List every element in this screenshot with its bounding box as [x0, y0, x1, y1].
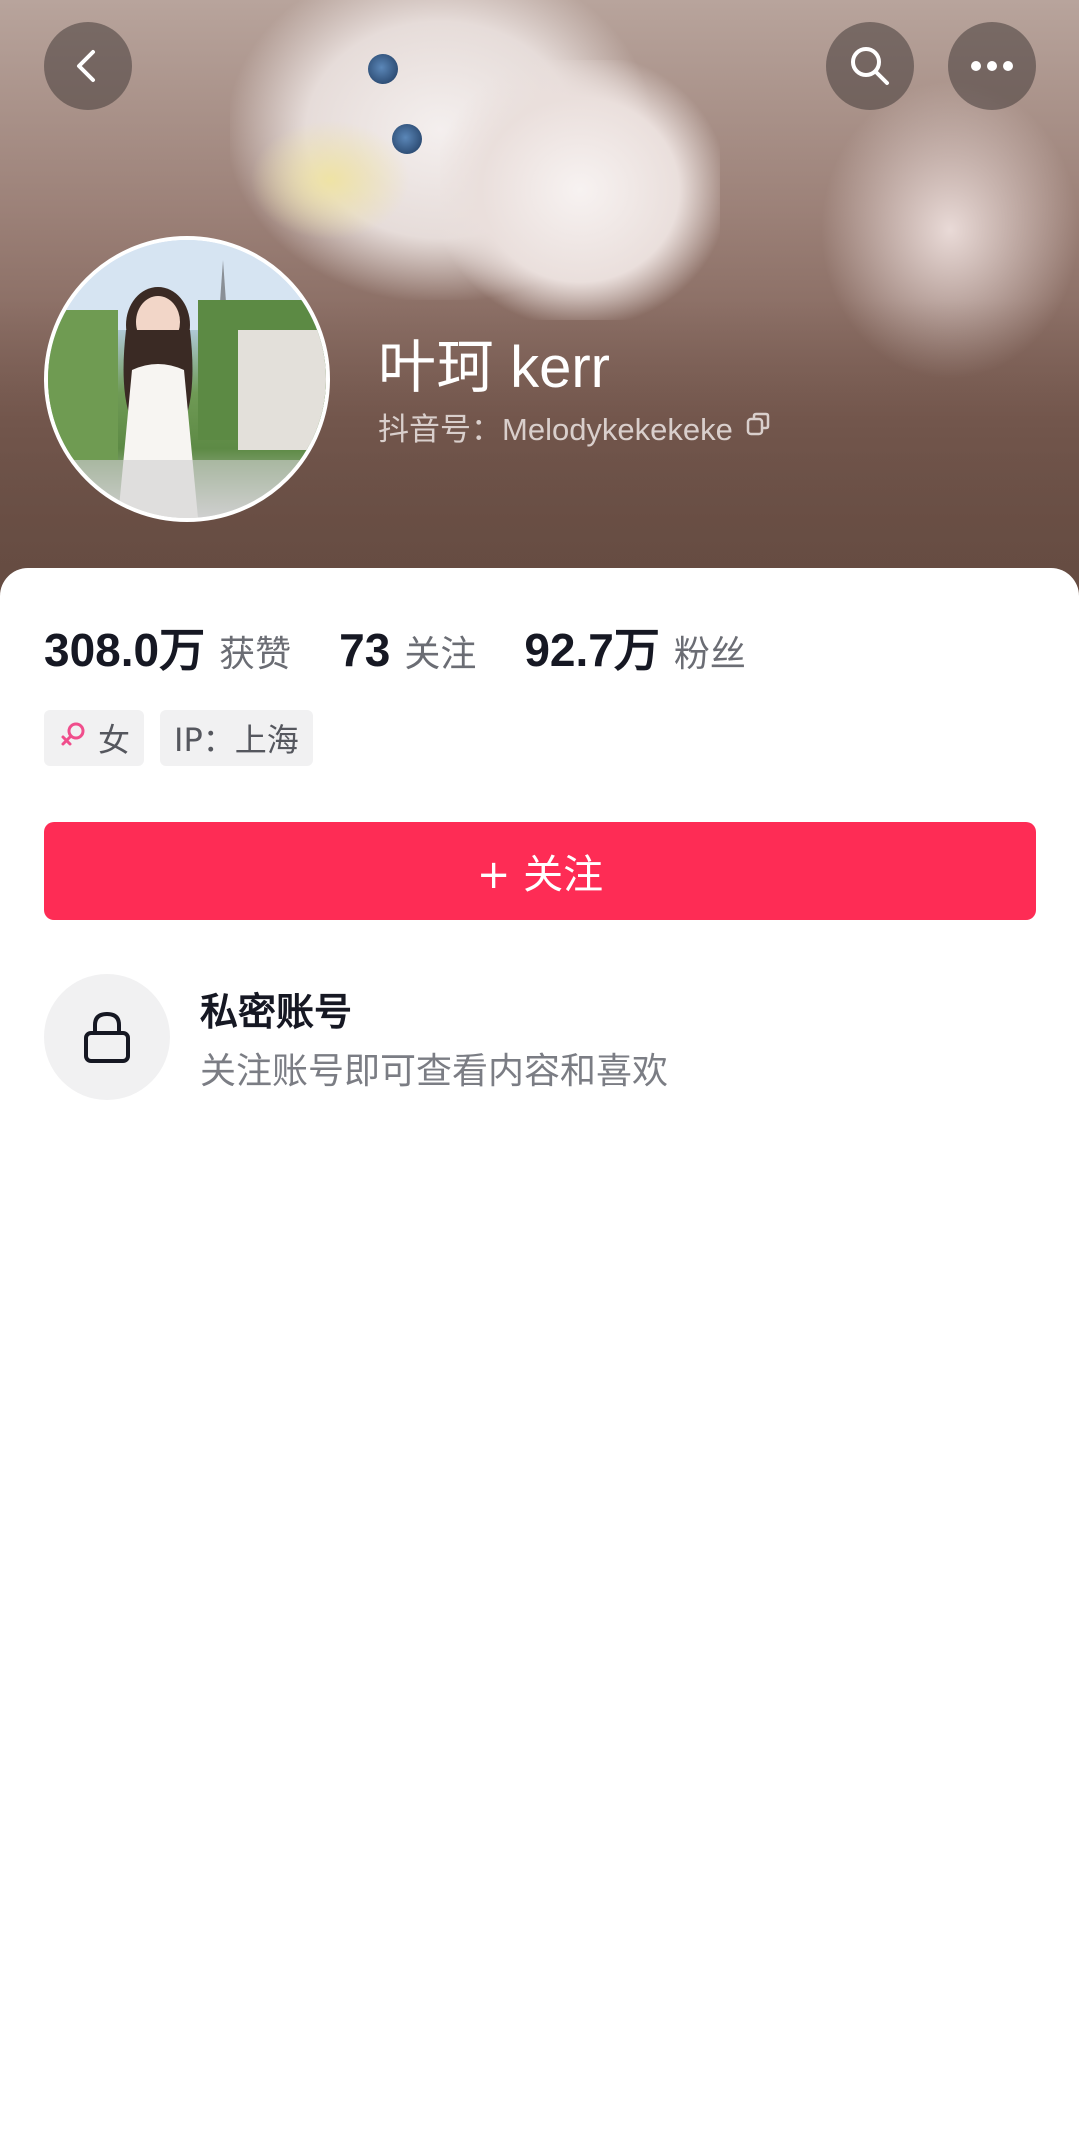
chevron-left-icon	[77, 50, 95, 82]
stat-value: 92.7万	[524, 624, 660, 676]
gender-tag: 女	[44, 710, 145, 766]
private-account-notice: 私密账号 关注账号即可查看内容和喜欢	[44, 974, 668, 1100]
stat-label: 粉丝	[673, 634, 746, 675]
avatar-photo	[48, 240, 326, 518]
avatar[interactable]	[44, 236, 330, 522]
douyin-id[interactable]: 抖音号：Melodykekekeke	[378, 404, 771, 449]
stat-value: 73	[339, 624, 391, 676]
lock-icon-wrap	[44, 974, 170, 1100]
private-account-title: 私密账号	[200, 989, 353, 1034]
banner-cat-toy	[250, 120, 410, 240]
search-icon	[851, 47, 889, 85]
profile-card: 308.0万 获赞 73 关注 92.7万 粉丝 女 IP：上海 + 关注 私密…	[0, 568, 1079, 2151]
stat-label: 获赞	[219, 634, 292, 675]
cat-eye-right	[392, 124, 422, 154]
back-button[interactable]	[44, 22, 132, 110]
follow-button[interactable]: + 关注	[44, 822, 1036, 920]
douyin-id-text: 抖音号：Melodykekekeke	[378, 412, 733, 447]
profile-tags: 女 IP：上海	[44, 710, 329, 766]
more-button[interactable]	[948, 22, 1036, 110]
stat-following[interactable]: 73 关注	[339, 623, 476, 677]
lock-icon	[84, 1011, 130, 1063]
nickname: 叶珂 kerr	[378, 335, 611, 400]
stat-value: 308.0万	[44, 624, 206, 676]
gender-text: 女	[98, 721, 131, 759]
female-symbol-icon	[58, 719, 88, 757]
cat-eye-left	[368, 54, 398, 84]
copy-icon[interactable]	[745, 409, 771, 445]
more-dots-icon	[971, 61, 1013, 71]
banner-cat-head	[440, 60, 720, 320]
stat-likes: 308.0万 获赞	[44, 614, 291, 680]
stat-label: 关注	[404, 634, 477, 675]
private-account-subtitle: 关注账号即可查看内容和喜欢	[200, 1050, 669, 1092]
stats-row: 308.0万 获赞 73 关注 92.7万 粉丝	[44, 614, 794, 680]
stat-followers[interactable]: 92.7万 粉丝	[524, 614, 746, 680]
search-button[interactable]	[826, 22, 914, 110]
ip-tag: IP：上海	[160, 710, 313, 766]
